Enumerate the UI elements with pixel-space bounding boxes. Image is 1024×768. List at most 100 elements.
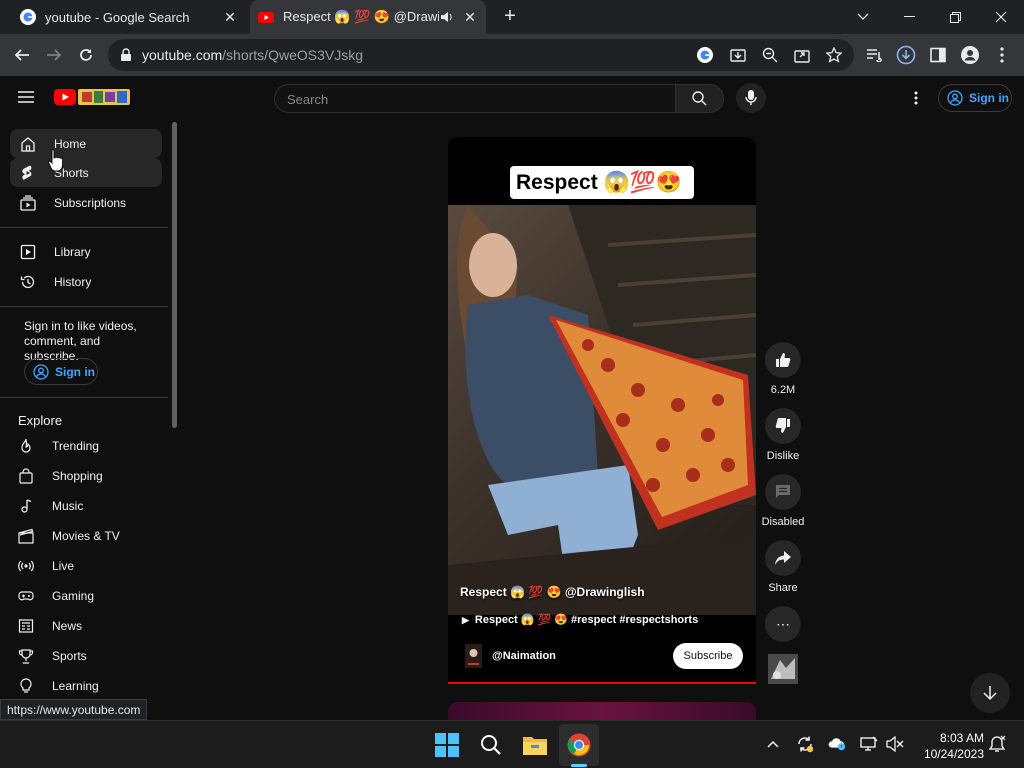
playback-progress-bar[interactable]	[448, 682, 756, 684]
share-button[interactable]	[765, 540, 801, 576]
comments-button[interactable]	[765, 474, 801, 510]
url-text[interactable]: youtube.com/shorts/QweOS3VJskg	[142, 47, 363, 63]
channel-avatar[interactable]	[465, 644, 482, 668]
comments-action[interactable]: Disabled	[762, 474, 804, 528]
sidebar-item-live[interactable]: Live	[8, 551, 160, 580]
tab-google-search[interactable]: youtube - Google Search ✕	[12, 0, 246, 34]
news-icon	[18, 619, 34, 633]
windows-start-icon[interactable]	[434, 732, 460, 758]
sidebar-item-shorts[interactable]: Shorts	[10, 158, 162, 187]
bookmark-star-icon[interactable]	[826, 47, 842, 63]
short-overlay-title[interactable]: Respect 😱 💯 😍 @Drawinglish	[460, 585, 645, 599]
sidebar-item-subscriptions[interactable]: Subscriptions	[10, 188, 162, 217]
sidebar-item-label: History	[54, 275, 92, 289]
guide-sidebar: Home Shorts Subscriptions Library Histor…	[0, 120, 172, 720]
dislike-button[interactable]	[765, 408, 801, 444]
chrome-icon[interactable]	[566, 732, 592, 758]
sidebar-item-home[interactable]: Home	[10, 129, 162, 158]
sidebar-item-library[interactable]: Library	[10, 237, 162, 266]
minimize-icon[interactable]	[886, 0, 932, 34]
sidebar-item-history[interactable]: History	[10, 267, 162, 296]
settings-more-icon[interactable]	[914, 91, 918, 105]
short-description[interactable]: ▶ Respect 😱 💯 😍 #respect #respectshorts	[462, 613, 698, 626]
reload-icon[interactable]	[74, 43, 98, 67]
share-action[interactable]: Share	[764, 540, 802, 594]
chrome-menu-icon[interactable]	[990, 43, 1014, 67]
learning-bulb-icon	[20, 678, 32, 693]
search-button[interactable]	[675, 84, 724, 113]
sidebar-item-gaming[interactable]: Gaming	[8, 581, 160, 610]
tab-youtube-short[interactable]: Respect 😱 💯 😍 @Drawinglish ✕	[250, 0, 486, 34]
sidebar-item-label: Learning	[52, 679, 99, 693]
subscribe-button[interactable]: Subscribe	[673, 643, 743, 669]
file-explorer-icon[interactable]	[522, 732, 548, 758]
voice-search-button[interactable]	[736, 83, 766, 113]
sidebar-scrollbar[interactable]	[172, 122, 177, 428]
volume-muted-icon[interactable]	[886, 735, 904, 753]
google-lens-icon[interactable]	[697, 47, 713, 63]
more-action[interactable]: ⋯	[764, 606, 802, 642]
close-window-icon[interactable]	[978, 0, 1024, 34]
short-description-text: Respect 😱 💯 😍 #respect #respectshorts	[474, 614, 699, 626]
like-action[interactable]: 6.2M	[764, 342, 802, 396]
next-short-preview[interactable]	[448, 702, 756, 722]
sidebar-item-label: Sports	[52, 649, 87, 663]
dislike-action[interactable]: Dislike	[764, 408, 802, 462]
search-input[interactable]: Search	[274, 84, 676, 113]
search-icon[interactable]	[478, 732, 504, 758]
close-tab-icon[interactable]: ✕	[222, 9, 238, 25]
more-horizontal-icon: ⋯	[776, 615, 790, 632]
movies-icon	[18, 528, 34, 544]
sidebar-item-movies[interactable]: Movies & TV	[8, 521, 160, 550]
guide-menu-icon[interactable]	[18, 91, 34, 103]
video-frame[interactable]	[448, 205, 756, 615]
show-hidden-icons-chevron-icon[interactable]	[764, 735, 782, 753]
share-page-icon[interactable]	[794, 47, 810, 63]
sync-icon[interactable]	[796, 735, 814, 753]
like-button[interactable]	[765, 342, 801, 378]
sidebar-item-learning[interactable]: Learning	[8, 671, 160, 700]
search-icon	[692, 91, 707, 106]
restore-icon[interactable]	[932, 0, 978, 34]
back-icon[interactable]	[10, 43, 34, 67]
sidebar-item-music[interactable]: Music	[8, 491, 160, 520]
address-bar[interactable]: youtube.com/shorts/QweOS3VJskg	[108, 39, 854, 71]
video-still-illustration	[448, 205, 756, 615]
sidebar-item-sports[interactable]: Sports	[8, 641, 160, 670]
forward-icon[interactable]	[42, 43, 66, 67]
network-icon[interactable]	[860, 735, 878, 753]
downloads-icon[interactable]	[894, 43, 918, 67]
new-tab-button[interactable]: +	[500, 6, 520, 26]
sidebar-divider	[0, 306, 168, 307]
sidebar-sign-in-button[interactable]: Sign in	[24, 358, 98, 385]
onedrive-icon[interactable]	[828, 735, 846, 753]
more-actions-button[interactable]: ⋯	[765, 606, 801, 642]
sidebar-item-trending[interactable]: Trending	[8, 431, 160, 460]
tab-title: youtube - Google Search	[45, 9, 190, 25]
profile-icon[interactable]	[958, 43, 982, 67]
close-tab-icon[interactable]: ✕	[462, 9, 478, 25]
google-icon	[20, 9, 36, 25]
shorts-player[interactable]: Respect 😱💯😍 Respect 😱 �	[448, 137, 756, 684]
side-panel-icon[interactable]	[926, 43, 950, 67]
hand-cursor-icon	[48, 149, 64, 172]
channel-name[interactable]: @Naimation	[492, 650, 556, 662]
sidebar-divider	[0, 227, 168, 228]
sidebar-item-shopping[interactable]: Shopping	[8, 461, 160, 490]
arrow-down-icon	[983, 686, 997, 701]
next-video-button[interactable]	[970, 673, 1010, 713]
zoom-icon[interactable]	[762, 47, 778, 63]
sign-in-button[interactable]: Sign in	[938, 84, 1012, 112]
media-controls-icon[interactable]	[862, 43, 886, 67]
lock-icon[interactable]	[120, 48, 132, 62]
account-icon	[33, 363, 49, 380]
notifications-bell-icon[interactable]	[988, 735, 1006, 753]
sound-thumbnail[interactable]	[768, 654, 798, 684]
system-clock[interactable]: 8:03 AM 10/24/2023	[910, 730, 984, 762]
speaker-icon[interactable]	[440, 11, 453, 23]
install-app-icon[interactable]	[730, 47, 746, 63]
browser-tab-strip: youtube - Google Search ✕ Respect 😱 💯 😍 …	[0, 0, 1024, 34]
sidebar-item-news[interactable]: News	[8, 611, 160, 640]
youtube-logo[interactable]	[54, 89, 130, 105]
tab-search-icon[interactable]	[840, 0, 886, 34]
